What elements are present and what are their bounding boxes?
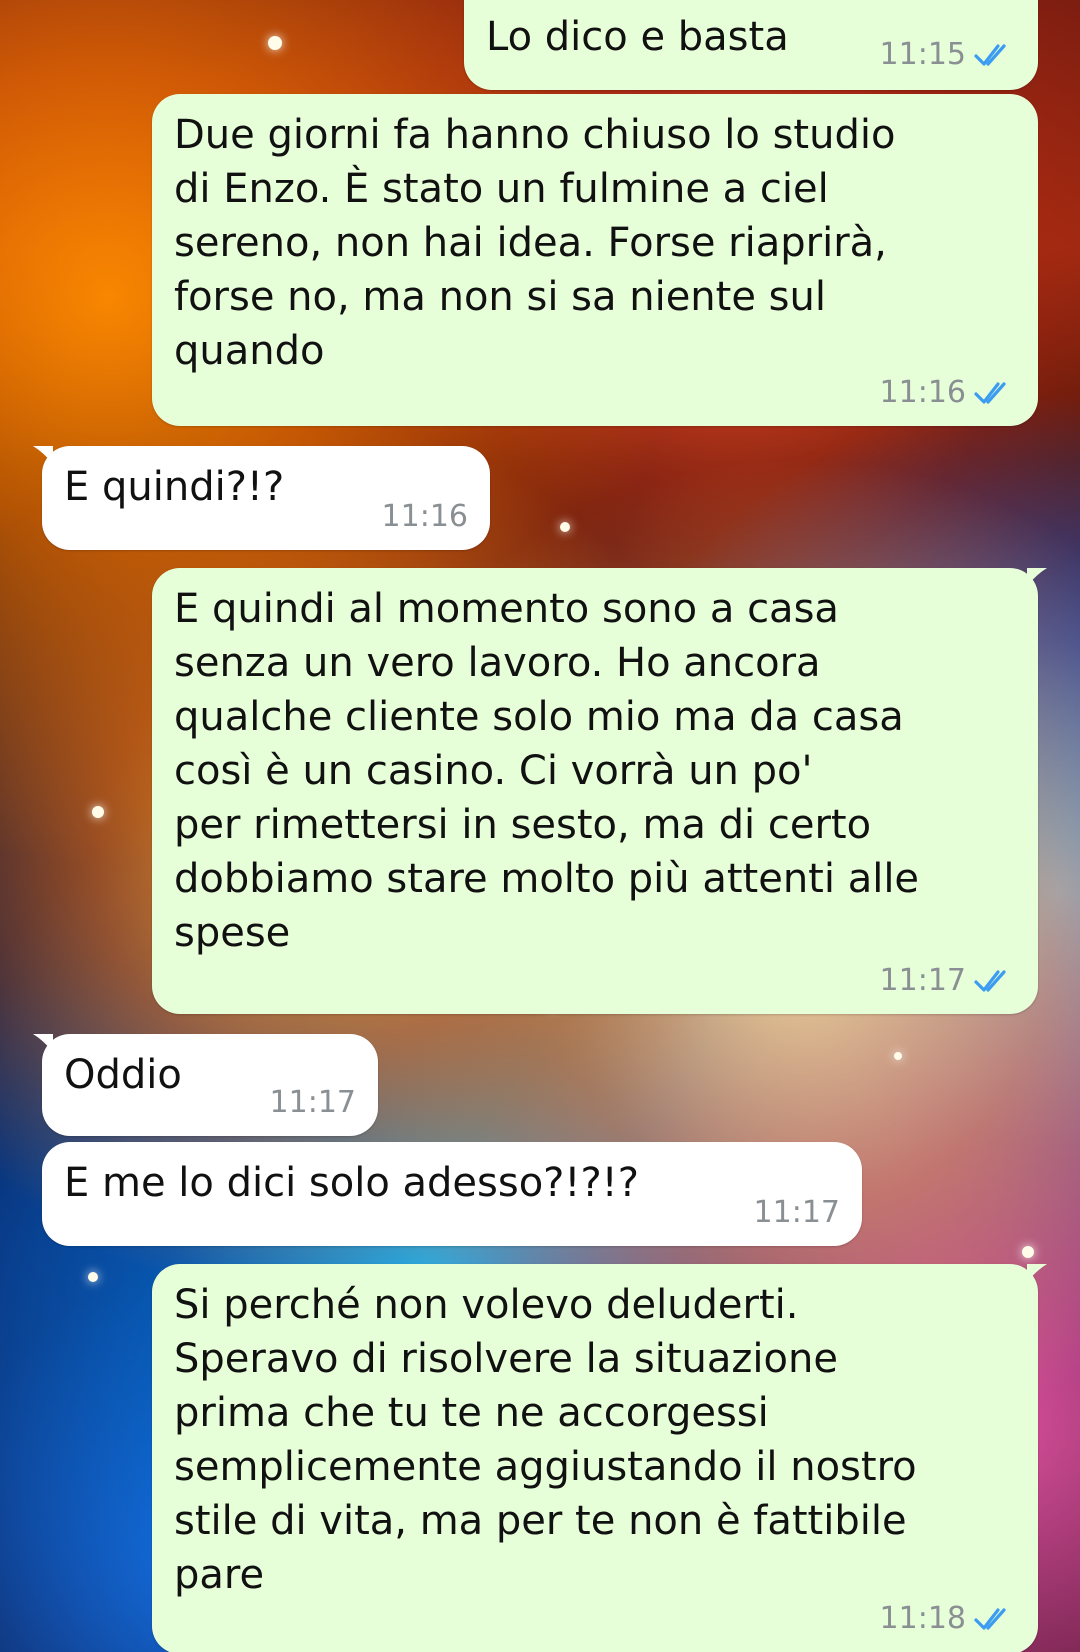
message-text: E me lo dici solo adesso?!?!? xyxy=(64,1160,639,1206)
bubble-tail xyxy=(33,446,53,464)
message-time: 11:18 xyxy=(879,1601,966,1636)
star-decoration xyxy=(560,522,570,532)
star-decoration xyxy=(268,36,282,50)
message-meta: 11:17 xyxy=(270,1088,356,1118)
double-check-icon xyxy=(974,382,1006,404)
message-bubble-received[interactable]: E me lo dici solo adesso?!?!? 11:17 xyxy=(42,1142,862,1246)
message-bubble-sent[interactable]: Lo dico e basta 11:15 xyxy=(464,0,1038,90)
message-meta: 11:17 xyxy=(754,1198,840,1228)
double-check-icon xyxy=(974,44,1006,66)
message-meta: 11:15 xyxy=(880,40,1016,70)
message-time: 11:17 xyxy=(753,1195,840,1230)
message-time: 11:17 xyxy=(269,1085,356,1120)
message-meta: 11:16 xyxy=(382,502,468,532)
star-decoration xyxy=(92,806,104,818)
message-bubble-sent[interactable]: Due giorni fa hanno chiuso lo studio di … xyxy=(152,94,1038,426)
message-bubble-sent[interactable]: E quindi al momento sono a casa senza un… xyxy=(152,568,1047,1014)
message-text: E quindi al momento sono a casa senza un… xyxy=(174,586,920,956)
bubble-tail xyxy=(33,1034,53,1052)
double-check-icon xyxy=(974,970,1006,992)
message-meta: 11:18 xyxy=(880,1604,1016,1634)
bubble-tail xyxy=(1027,1264,1047,1282)
message-time: 11:15 xyxy=(879,37,966,72)
message-meta: 11:16 xyxy=(880,378,1016,408)
message-meta: 11:17 xyxy=(880,966,1016,996)
message-text: Due giorni fa hanno chiuso lo studio di … xyxy=(174,112,896,374)
message-bubble-sent[interactable]: Si perché non volevo deluderti. Speravo … xyxy=(152,1264,1047,1652)
star-decoration xyxy=(88,1272,98,1282)
message-time: 11:16 xyxy=(879,375,966,410)
message-bubble-received[interactable]: Oddio 11:17 xyxy=(33,1034,378,1136)
star-decoration xyxy=(1022,1246,1034,1258)
star-decoration xyxy=(894,1052,902,1060)
double-check-icon xyxy=(974,1608,1006,1630)
bubble-tail xyxy=(1027,568,1047,586)
message-bubble-received[interactable]: E quindi?!? 11:16 xyxy=(33,446,490,550)
message-time: 11:16 xyxy=(381,499,468,534)
message-time: 11:17 xyxy=(879,963,966,998)
message-text: Si perché non volevo deluderti. Speravo … xyxy=(174,1282,917,1598)
